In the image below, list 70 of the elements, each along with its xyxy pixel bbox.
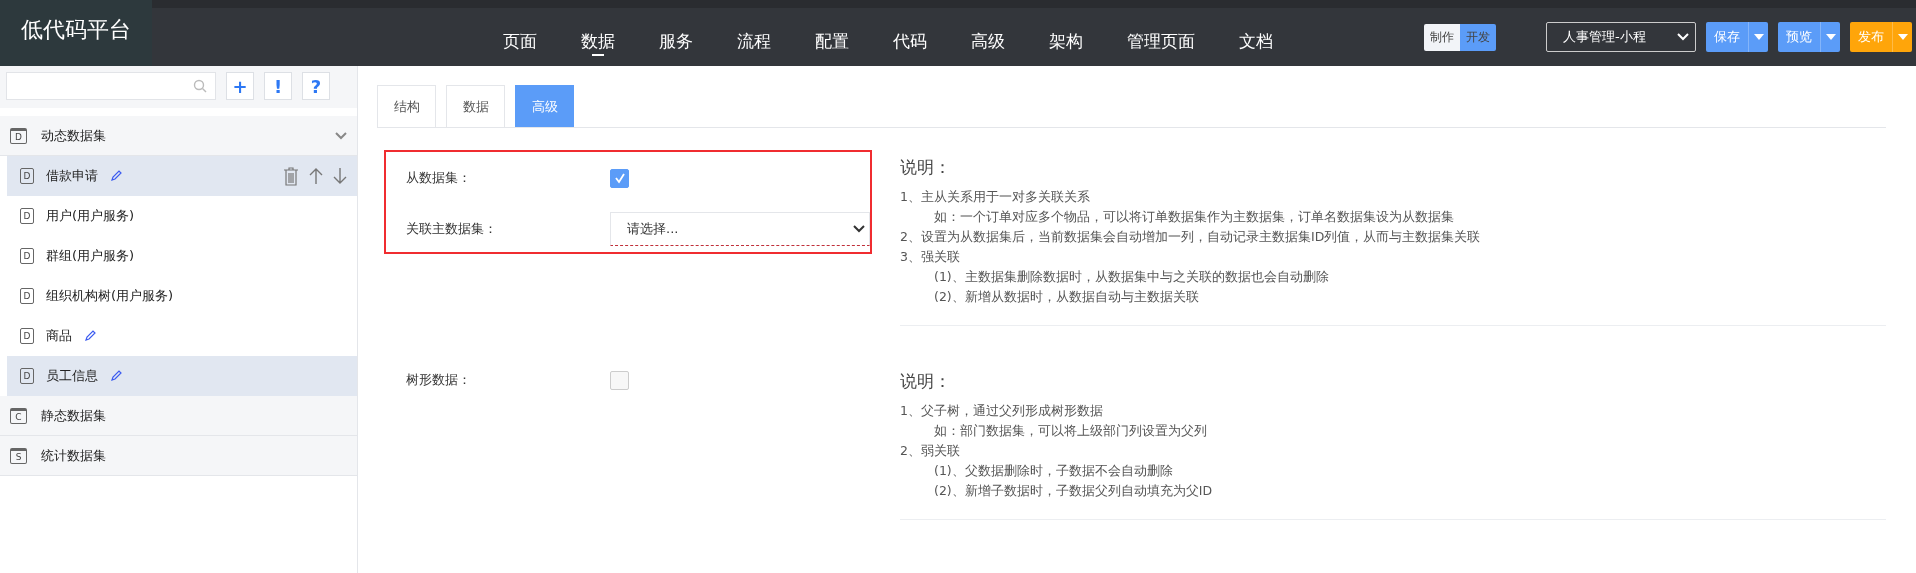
nav-tab[interactable]: 管理页面 (1105, 8, 1217, 66)
nav-tab[interactable]: 文档 (1217, 8, 1295, 66)
field-label: 树形数据： (406, 371, 472, 389)
select-field[interactable]: 请选择... (610, 212, 870, 246)
chevron-down-icon (335, 131, 347, 140)
pencil-icon[interactable] (110, 370, 122, 382)
caret-icon (1897, 34, 1908, 40)
nav-tab[interactable]: 数据 (559, 8, 637, 66)
note-line: (1)、主数据集删除数据时，从数据集中与之关联的数据也会自动删除 (933, 268, 1330, 286)
checkbox[interactable] (610, 168, 629, 188)
search-field[interactable] (6, 72, 216, 100)
mode-toggle-button[interactable]: 开发 (1460, 23, 1496, 51)
checkbox[interactable] (610, 370, 629, 390)
note-line: (1)、父数据删除时，子数据不会自动删除 (933, 462, 1174, 480)
group-label: 统计数据集 (41, 446, 107, 465)
document-icon: D (20, 368, 34, 384)
nav-tab[interactable]: 代码 (871, 8, 949, 66)
tool-button[interactable]: ! (264, 72, 292, 100)
note-line: 如：部门数据集，可以将上级部门列设置为父列 (933, 422, 1208, 440)
note-title: 说明： (900, 370, 952, 393)
app-title: 低代码平台 (0, 0, 152, 66)
note-line: 3、强关联 (900, 248, 961, 266)
search-icon (193, 79, 207, 93)
document-icon: D (20, 288, 34, 304)
project-select[interactable]: 人事管理-小程 (1546, 22, 1696, 52)
note-title: 说明： (900, 156, 952, 179)
tool-button[interactable]: + (226, 72, 254, 100)
group-label: 动态数据集 (41, 126, 107, 145)
document-icon: D (20, 328, 34, 344)
document-icon: D (20, 248, 34, 264)
arrow-up-icon[interactable] (309, 167, 323, 185)
caret-icon (1753, 34, 1764, 40)
folder-icon: S (10, 447, 27, 464)
group-row[interactable]: S 统计数据集 (0, 436, 357, 476)
field-label: 从数据集： (406, 169, 472, 187)
field-label: 关联主数据集： (406, 220, 498, 238)
note-line: 1、父子树，通过父列形成树形数据 (900, 402, 1104, 420)
nav-tab[interactable]: 高级 (949, 8, 1027, 66)
tab[interactable]: 数据 (446, 85, 505, 127)
note-line: (2)、新增子数据时，子数据父列自动填充为父ID (933, 482, 1214, 500)
nav-tab[interactable]: 架构 (1027, 8, 1105, 66)
caret-icon (1825, 34, 1836, 40)
note-line: 1、主从关系用于一对多关联关系 (900, 188, 1091, 206)
note-line: 2、设置为从数据集后，当前数据集会自动增加一列，自动记录主数据集ID列值，从而与主数据集关联 (900, 228, 1482, 246)
dataset-item[interactable]: D 借款申请 (7, 156, 357, 196)
nav-tab[interactable]: 流程 (715, 8, 793, 66)
note-line: (2)、新增从数据时，从数据自动与主数据关联 (933, 288, 1200, 306)
document-icon: D (20, 168, 34, 184)
tab[interactable]: 结构 (377, 85, 436, 127)
note-line: 2、弱关联 (900, 442, 961, 460)
group-label: 静态数据集 (41, 406, 107, 425)
trash-icon[interactable] (283, 166, 299, 186)
note-line: 如：一个订单对应多个物品，可以将订单数据集作为主数据集，订单名数据集设为从数据集 (933, 208, 1455, 226)
group-row[interactable]: C 静态数据集 (0, 396, 357, 436)
document-icon: D (20, 208, 34, 224)
folder-icon: C (10, 407, 27, 424)
chevron-down-icon (1677, 33, 1689, 41)
dataset-item[interactable]: D 员工信息 (7, 356, 357, 396)
pencil-icon[interactable] (84, 330, 96, 342)
folder-icon: D (10, 127, 27, 144)
nav-tab[interactable]: 服务 (637, 8, 715, 66)
chevron-down-icon (853, 225, 865, 233)
tool-button[interactable]: ? (302, 72, 330, 100)
mode-toggle-button[interactable]: 制作 (1424, 23, 1460, 51)
arrow-down-icon[interactable] (333, 167, 347, 185)
nav-tab[interactable]: 页面 (481, 8, 559, 66)
nav-tab[interactable]: 配置 (793, 8, 871, 66)
pencil-icon[interactable] (110, 170, 122, 182)
group-row[interactable]: D 动态数据集 (0, 116, 357, 156)
check-icon (613, 172, 626, 184)
